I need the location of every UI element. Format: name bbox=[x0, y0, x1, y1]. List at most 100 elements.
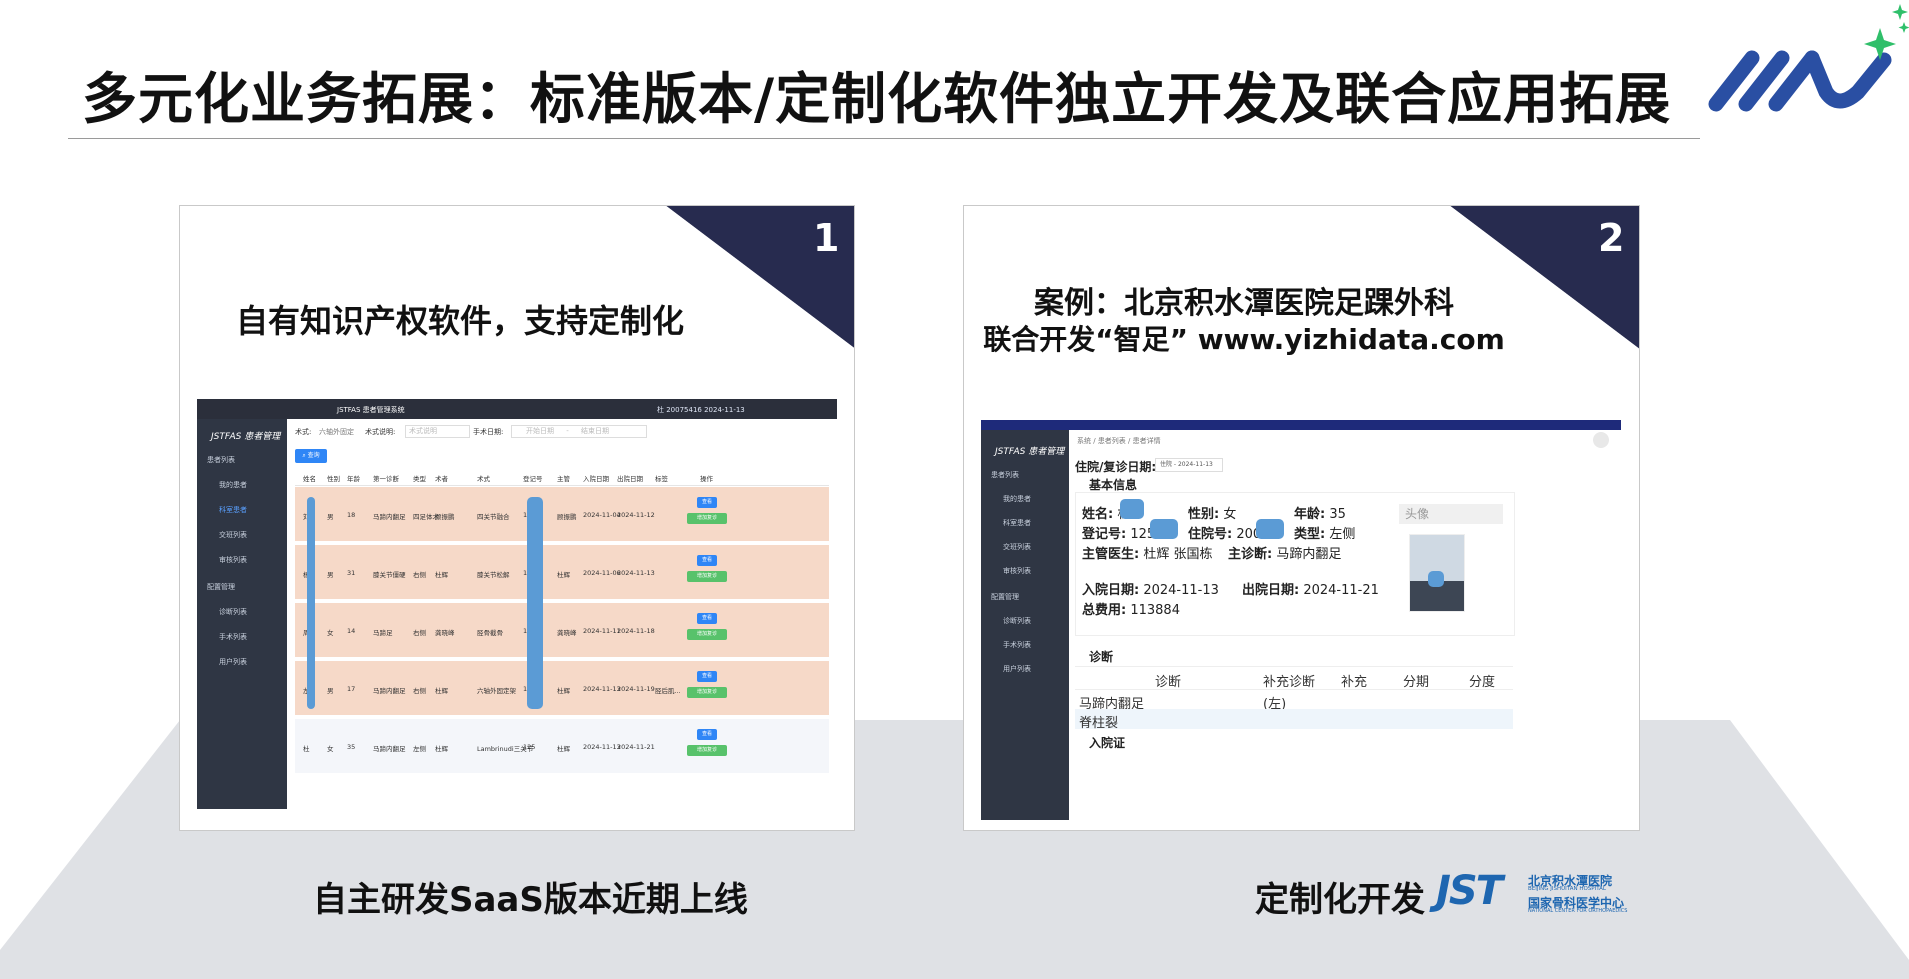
app2-diag-col-5: 分度 bbox=[1469, 675, 1496, 690]
table-row: 杨男31膝关节僵硬右侧杜辉膝关节松解118杜辉2024-11-062024-11… bbox=[295, 545, 829, 599]
app1-date-sep: - bbox=[566, 427, 569, 435]
table-cell: 六轴外固定架 bbox=[477, 687, 516, 695]
table-cell: 女 bbox=[327, 629, 334, 637]
app2-diag-r2-c1: 脊柱裂 bbox=[1079, 716, 1119, 731]
table-cell: 35 bbox=[347, 743, 356, 751]
view-button[interactable]: 查看 bbox=[697, 613, 717, 624]
table-cell: 2024-11-18 bbox=[617, 627, 655, 635]
app1-col-diag: 第一诊断 bbox=[373, 475, 399, 483]
table-cell: 马蹄内翻足 bbox=[373, 513, 406, 521]
table-cell: 2024-11-13 bbox=[617, 569, 655, 577]
add-followup-button[interactable]: 增加复诊 bbox=[687, 745, 727, 756]
app2-basic-info-title: 基本信息 bbox=[1089, 478, 1138, 492]
app2-diagnosis-title: 诊断 bbox=[1089, 650, 1114, 664]
view-button[interactable]: 查看 bbox=[697, 729, 717, 740]
title-divider bbox=[68, 138, 1700, 139]
app2-nav-audit[interactable]: 审核列表 bbox=[1003, 566, 1031, 576]
app2-breadcrumb: 系统 / 患者列表 / 患者详情 bbox=[1077, 437, 1161, 445]
app2-crumb-1[interactable]: 系统 bbox=[1077, 437, 1091, 445]
app2-nav-patients[interactable]: 患者列表 bbox=[991, 470, 1019, 480]
app2-nav-dept-patients[interactable]: 科室患者 bbox=[1003, 518, 1031, 528]
redaction-mask-reg bbox=[1150, 519, 1178, 539]
app1-nav-patients[interactable]: 患者列表 bbox=[207, 455, 235, 465]
app1-nav-config[interactable]: 配置管理 bbox=[207, 582, 235, 592]
app2-crumb-2[interactable]: 患者列表 bbox=[1098, 437, 1126, 445]
table-cell: 龚晓峰 bbox=[557, 629, 577, 637]
app1-nav-diagnoses[interactable]: 诊断列表 bbox=[219, 607, 247, 617]
app2-nav-handover[interactable]: 交班列表 bbox=[1003, 542, 1031, 552]
table-row: 杜女 35 马蹄内翻足 左侧 杜辉 Lambrinudi三关节 125 杜辉 2024-11-1… bbox=[295, 719, 829, 773]
app1-date-start: 开始日期 bbox=[526, 427, 554, 435]
table-cell: 右侧 bbox=[413, 687, 426, 695]
app2-nav-users[interactable]: 用户列表 bbox=[1003, 664, 1031, 674]
app1-search-button[interactable]: ⌕ 查询 bbox=[295, 449, 327, 463]
app1-nav-users[interactable]: 用户列表 bbox=[219, 657, 247, 667]
view-button[interactable]: 查看 bbox=[697, 497, 717, 508]
avatar[interactable] bbox=[1593, 432, 1609, 448]
app2-visit-date-label: 住院/复诊日期: bbox=[1075, 460, 1157, 474]
add-followup-button[interactable]: 增加复诊 bbox=[687, 513, 727, 524]
app2-nav-config[interactable]: 配置管理 bbox=[991, 592, 1019, 602]
table-cell: 胫后肌... bbox=[655, 687, 681, 695]
app1-nav-handover[interactable]: 交班列表 bbox=[219, 530, 247, 540]
table-cell: 女 bbox=[327, 745, 334, 753]
view-button[interactable]: 查看 bbox=[697, 555, 717, 566]
hospital-en-name: BEIJING JISHUITAN HOSPITAL bbox=[1528, 886, 1606, 892]
table-cell: 2024-11-12 bbox=[617, 511, 655, 519]
app1-col-type: 类型 bbox=[413, 475, 426, 483]
app1-desc-input[interactable]: 术式说明 bbox=[405, 425, 470, 438]
app1-surgery-select[interactable]: 六轴外固定 bbox=[319, 427, 354, 437]
app1-col-procedure: 术式 bbox=[477, 475, 490, 483]
table-cell: 杜 bbox=[303, 745, 310, 753]
app2-gender-value: 女 bbox=[1223, 507, 1237, 522]
app2-inpatient-label: 住院号: bbox=[1188, 527, 1233, 542]
app1-col-gender: 性别 bbox=[327, 475, 340, 483]
app2-crumb-3: 患者详情 bbox=[1132, 437, 1161, 445]
app1-nav-my-patients[interactable]: 我的患者 bbox=[219, 480, 247, 490]
table-cell: 14 bbox=[347, 627, 356, 635]
add-followup-button[interactable]: 增加复诊 bbox=[687, 687, 727, 698]
table-cell: 四关节融合 bbox=[477, 513, 510, 521]
hospital-en-center: NATIONAL CENTER FOR ORTHOPAEDICS bbox=[1528, 908, 1628, 914]
add-followup-button[interactable]: 增加复诊 bbox=[687, 571, 727, 582]
app2-admit-value: 2024-11-13 bbox=[1143, 583, 1219, 598]
app2-type-value: 左侧 bbox=[1329, 527, 1356, 542]
app1-col-tag: 标签 bbox=[655, 475, 668, 483]
table-cell: 2024-11-13 bbox=[583, 743, 621, 751]
app1-col-name: 姓名 bbox=[303, 475, 316, 483]
table-cell: 男 bbox=[327, 687, 334, 695]
table-cell: 马蹄内翻足 bbox=[373, 687, 406, 695]
card-2-bottom-label: 定制化开发 bbox=[1255, 880, 1425, 920]
app1-nav-dept-patients[interactable]: 科室患者 bbox=[219, 505, 247, 515]
table-cell: 2024-11-21 bbox=[617, 743, 655, 751]
table-row: 刘男18马蹄内翻足四足体术顾振鹏四关节融合135顾振鹏2024-11-04202… bbox=[295, 487, 829, 541]
card-1-bottom-label: 自主研发SaaS版本近期上线 bbox=[313, 880, 748, 920]
company-logo-icon bbox=[1708, 4, 1909, 112]
app2-nav-my-patients[interactable]: 我的患者 bbox=[1003, 494, 1031, 504]
table-cell: 右侧 bbox=[413, 571, 426, 579]
table-cell: 男 bbox=[327, 571, 334, 579]
app1-nav-audit[interactable]: 审核列表 bbox=[219, 555, 247, 565]
app2-screenshot: JSTFAS 患者管理 患者列表 我的患者 科室患者 交班列表 审核列表 配置管… bbox=[981, 420, 1621, 820]
app1-desc-label: 术式说明: bbox=[365, 428, 396, 436]
table-cell: 杜辉 bbox=[557, 687, 570, 695]
app1-nav-surgeries[interactable]: 手术列表 bbox=[219, 632, 247, 642]
card-1-number: 1 bbox=[813, 216, 840, 260]
app2-visit-date-select[interactable]: 住院 - 2024-11-13 bbox=[1155, 458, 1223, 472]
card-1: 1 自有知识产权软件，支持定制化 JSTFAS 患者管理系统 杜 2007541… bbox=[179, 205, 855, 831]
card-2-caption-1: 案例：北京积水潭医院足踝外科 bbox=[1034, 286, 1454, 321]
app1-date-range[interactable]: 开始日期 - 结束日期 bbox=[511, 425, 647, 438]
redaction-mask-inpatient bbox=[1256, 519, 1284, 539]
table-cell: 左侧 bbox=[413, 745, 426, 753]
view-button[interactable]: 查看 bbox=[697, 671, 717, 682]
app2-brand: JSTFAS 患者管理 bbox=[995, 447, 1065, 457]
add-followup-button[interactable]: 增加复诊 bbox=[687, 629, 727, 640]
table-cell: 杜辉 bbox=[435, 745, 448, 753]
app1-col-surgeon: 术者 bbox=[435, 475, 448, 483]
app1-col-admit: 入院日期 bbox=[583, 475, 609, 483]
app2-diag-col-1: 诊断 bbox=[1155, 675, 1182, 690]
app2-nav-surgeries[interactable]: 手术列表 bbox=[1003, 640, 1031, 650]
app2-discharge-value: 2024-11-21 bbox=[1303, 583, 1379, 598]
app2-nav-diagnoses[interactable]: 诊断列表 bbox=[1003, 616, 1031, 626]
app1-col-actions: 操作 bbox=[700, 475, 713, 483]
